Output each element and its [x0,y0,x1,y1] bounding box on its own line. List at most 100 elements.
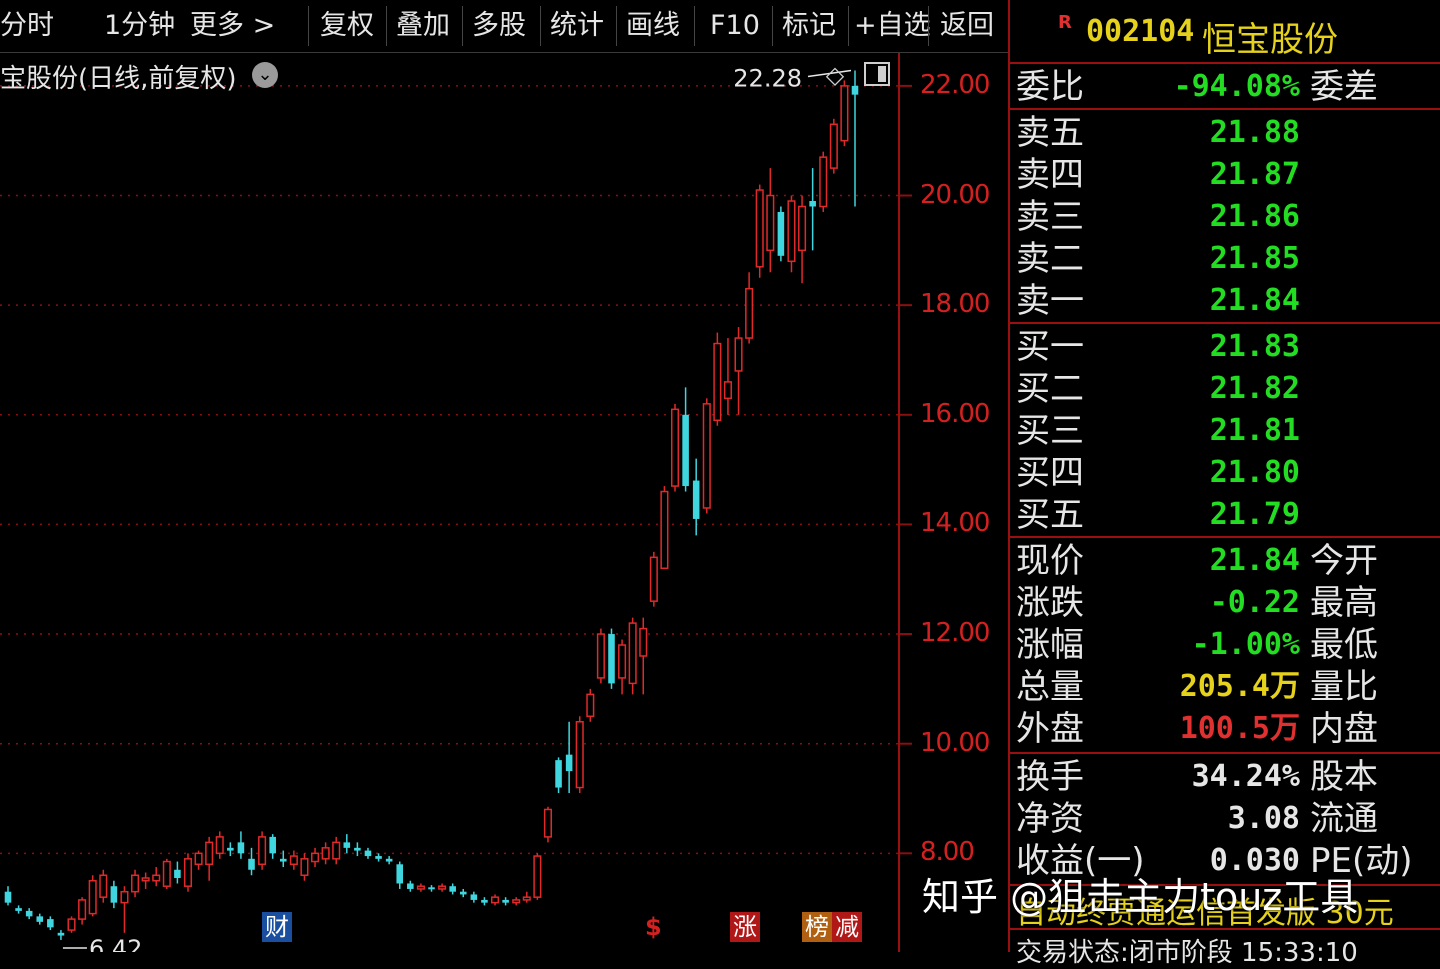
stat2-label2: 股本 [1310,757,1378,797]
candle-body [428,887,435,890]
price-tick-label: 22.00 [920,69,990,100]
bid-value: 21.79 [1209,497,1300,532]
candle-body [502,899,509,903]
price-tick-label: 8.00 [920,837,975,868]
toolbar-item-1min[interactable]: 1分钟 [104,6,175,46]
ask-label: 卖四 [1016,155,1084,195]
candle-body [682,414,689,487]
candle-body [649,556,658,602]
candle-body [248,858,255,870]
toolbar-item-huaxian[interactable]: 画线 [626,6,680,46]
candle-body [174,869,181,878]
candle-body [269,836,276,854]
toolbar-item-f10[interactable]: F10 [710,6,760,46]
stat-label2: 今开 [1310,541,1378,581]
toolbar-divider [386,6,387,46]
weibi-row: 委比 -94.08% 委差 [1010,66,1440,108]
candle-body [787,200,796,263]
candle-body [533,855,542,898]
ask-value: 21.86 [1209,199,1300,234]
bid-row: 买一 21.83 [1010,326,1440,368]
candle-body [438,885,447,890]
kline-svg[interactable]: 22.28 6.42 [0,53,1008,952]
bid-value: 21.82 [1209,371,1300,406]
divider [1010,62,1440,64]
stock-name: 恒宝股份 [1202,20,1338,60]
toolbar-item-zixuan[interactable]: +自选 [854,6,931,46]
ask-label: 卖二 [1016,239,1084,279]
candle-body [194,852,203,866]
chevron-down-icon[interactable]: ⌄ [252,62,278,88]
ask-value: 21.84 [1209,283,1300,318]
candle-body [67,918,76,931]
toolbar-item-diejia[interactable]: 叠加 [396,6,450,46]
candle-body [755,189,764,268]
candle-body [851,85,859,95]
stat-label: 总量 [1016,667,1084,707]
panel-toggle-icon[interactable] [864,62,890,86]
badge-list[interactable]: 榜 [802,912,832,942]
bid-row: 买四 21.80 [1010,452,1440,494]
candle-body [311,852,320,863]
toolbar-item-duogu[interactable]: 多股 [472,6,526,46]
toolbar: 分时 1分钟 更多 > 复权 叠加 多股 统计 画线 F10 标记 +自选 返回 [0,0,1008,53]
price-tick-label: 12.00 [920,618,990,649]
candle-body [364,850,372,857]
bid-row: 买二 21.82 [1010,368,1440,410]
quote-panel: R 002104 恒宝股份 委比 -94.08% 委差 卖五 21.88 卖四 21.… [1008,0,1440,968]
badge-finance[interactable]: 财 [262,912,292,942]
candle-body [745,287,754,339]
ask-label: 卖三 [1016,197,1084,237]
diamond-icon[interactable]: ◇ [822,62,848,88]
toolbar-item-more[interactable]: 更多 > [190,6,275,46]
toolbar-divider [848,6,849,46]
badge-limit-up[interactable]: 涨 [730,912,760,942]
toolbar-divider [462,6,463,46]
candle-body [639,627,648,657]
candle-body [354,847,361,851]
stat-label2: 内盘 [1310,709,1378,749]
candle-body [332,841,341,860]
price-tick-label: 18.00 [920,289,990,320]
price-tick-label: 10.00 [920,727,990,758]
candle-body [162,860,171,887]
candle-body [396,864,404,884]
candle-body [586,693,595,718]
stat2-row: 换手 34.24% 股本 [1010,756,1440,798]
toolbar-item-fenshi[interactable]: 分时 [0,6,54,46]
stat-value: 21.84 [1209,543,1300,578]
candle-body [385,858,393,862]
badge-dollar[interactable]: $ [642,912,665,942]
divider [1010,928,1440,930]
candle-body [227,847,234,851]
ask-value: 21.85 [1209,241,1300,276]
weibi-label: 委比 [1016,67,1084,107]
candle-body [47,919,54,928]
bid-label: 买五 [1016,495,1084,535]
candle-body [375,856,382,859]
candle-body [131,874,140,893]
toolbar-item-biaoji[interactable]: 标记 [782,6,836,46]
toolbar-item-fuquan[interactable]: 复权 [320,6,374,46]
candle-body [25,910,33,917]
toolbar-item-fanhui[interactable]: 返回 [940,6,994,46]
bid-value: 21.80 [1209,455,1300,490]
stat-label2: 量比 [1310,667,1378,707]
watermark: 知乎 @狙击主力touz工具 [922,875,1359,919]
candle-body [628,622,637,685]
badge-reduce[interactable]: 减 [832,912,862,942]
candle-body [555,760,562,788]
candle-body [416,885,425,890]
kline-chart[interactable]: 22.28 6.42 [0,53,1008,952]
stat-label: 外盘 [1016,709,1084,749]
price-tick-label: 16.00 [920,398,990,429]
divider [1010,536,1440,538]
candle-body [670,408,680,487]
candle-body [819,156,828,208]
candle-body [279,858,287,862]
stat-label2: 最高 [1310,583,1378,623]
candle-body [618,644,627,679]
candle-body [829,123,838,169]
bid-value: 21.81 [1209,413,1300,448]
toolbar-item-tongji[interactable]: 统计 [550,6,604,46]
